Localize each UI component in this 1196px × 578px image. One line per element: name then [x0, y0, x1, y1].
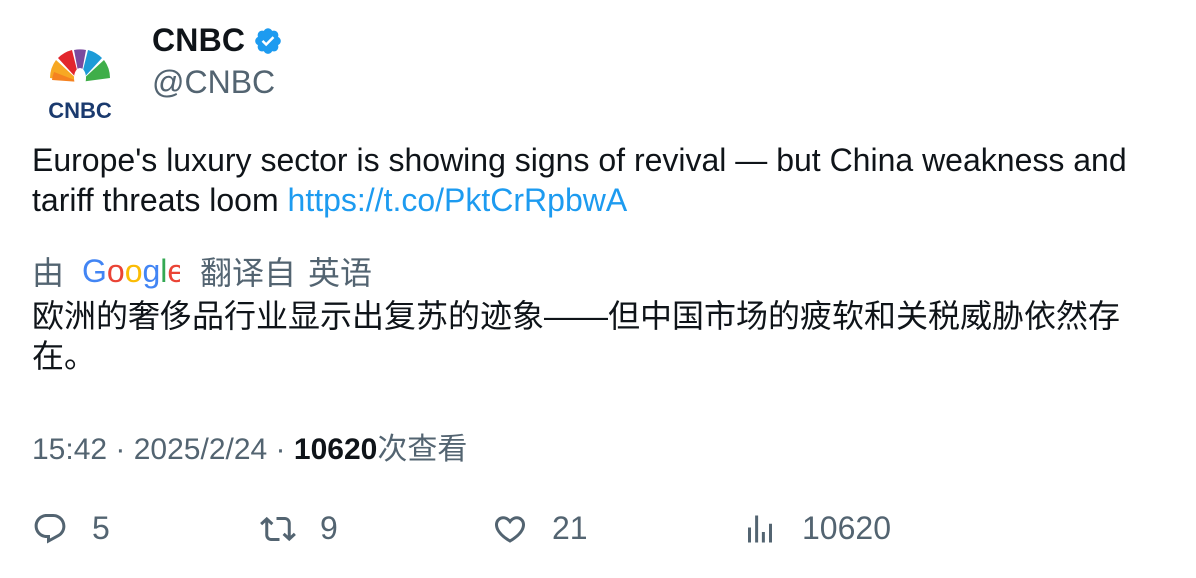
google-logo-icon[interactable]: Google — [82, 252, 185, 290]
views-count: 10620 — [293, 433, 378, 466]
translation-attribution: 由 Google 翻译自 英语 — [32, 248, 372, 294]
tweet-date[interactable]: 2025/2/24 — [134, 433, 267, 466]
action-bar: 5 9 21 10620 — [32, 510, 1152, 556]
tweet-time[interactable]: 15:42 — [32, 433, 107, 466]
like-count: 21 — [552, 510, 588, 546]
verified-badge-icon[interactable] — [253, 26, 283, 56]
retweet-button[interactable]: 9 — [260, 510, 338, 547]
tweet-meta: 15:42 · 2025/2/24 · 10620次查看 — [32, 424, 467, 468]
tweet-text: Europe's luxury sector is showing signs … — [32, 140, 1152, 220]
reply-count: 5 — [92, 510, 110, 546]
avatar[interactable]: CNBC — [32, 34, 128, 130]
views-button[interactable]: 10620 — [742, 510, 891, 547]
svg-text:Google: Google — [82, 253, 180, 289]
heart-icon — [494, 515, 526, 543]
display-name[interactable]: CNBC — [152, 22, 245, 59]
retweet-icon — [260, 516, 296, 541]
reply-button[interactable]: 5 — [32, 510, 110, 547]
name-row: CNBC — [152, 22, 283, 59]
retweet-count: 9 — [320, 510, 338, 546]
analytics-icon — [748, 515, 772, 542]
translated-text: 欧洲的奢侈品行业显示出复苏的迹象——但中国市场的疲软和关税威胁依然存在。 — [32, 298, 1121, 374]
tweet-header: CNBC CNBC @CNBC — [32, 22, 1132, 130]
meta-separator: · — [107, 433, 134, 466]
source-language: 英语 — [308, 255, 373, 291]
like-button[interactable]: 21 — [492, 510, 588, 547]
reply-icon — [34, 513, 66, 544]
translated-by-label: 由 — [32, 255, 65, 291]
handle[interactable]: @CNBC — [152, 64, 275, 101]
translated-from-label: 翻译自 — [200, 255, 297, 291]
views-action-count: 10620 — [802, 510, 891, 546]
logo-wordmark: CNBC — [48, 98, 112, 123]
tweet-link[interactable]: https://t.co/PktCrRpbwA — [288, 182, 628, 218]
meta-separator: · — [267, 433, 294, 466]
cnbc-peacock-logo-icon: CNBC — [48, 49, 112, 123]
views-label: 次查看 — [377, 433, 468, 466]
